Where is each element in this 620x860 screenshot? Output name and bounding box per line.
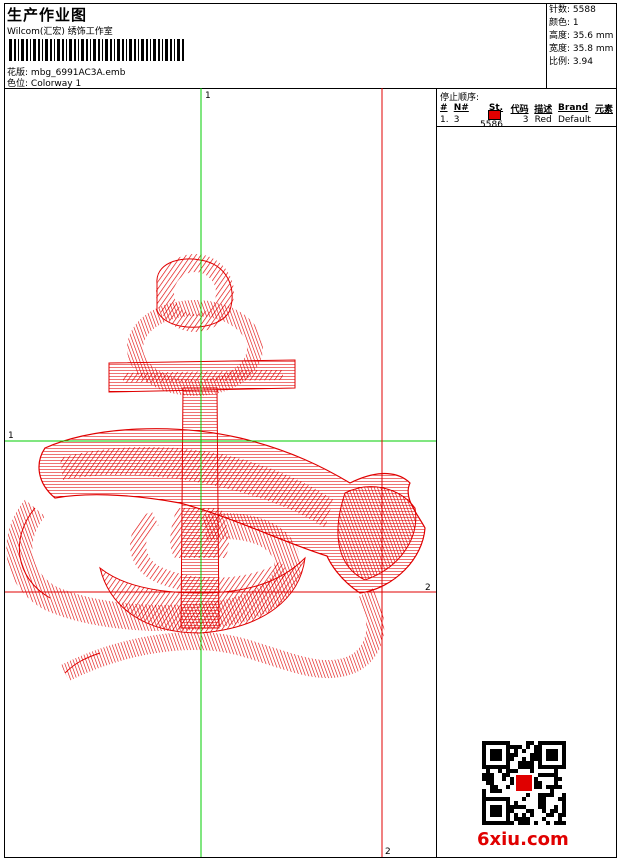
- col-needle: N#: [453, 103, 469, 113]
- col-brand: Brand: [558, 103, 589, 113]
- guide-label-red-bottom: 2: [385, 847, 391, 857]
- col-element: 元素: [594, 104, 613, 115]
- embroidery-design-preview: 1 1 2 2: [5, 88, 436, 857]
- stop-sequence-header: # N# St. 代码 描述 Brand 元素: [437, 102, 616, 115]
- col-number: #: [440, 103, 448, 113]
- page-title: 生产作业图: [7, 6, 88, 24]
- row-stitches: 5586: [480, 120, 503, 131]
- banner-ribbon: [38, 428, 426, 594]
- row-code: 3: [522, 115, 529, 125]
- guide-label-green-left: 1: [8, 431, 14, 441]
- guide-label-red-right: 2: [425, 583, 431, 593]
- row-number: 1.: [440, 115, 449, 125]
- col-code: 代码: [510, 104, 529, 115]
- stat-width: 宽度: 35.8 mm: [549, 44, 614, 54]
- stop-sequence-title: 停止顺序:: [440, 93, 480, 103]
- row-brand: Default: [557, 115, 591, 125]
- watermark-logo: 6xiu.com: [477, 829, 569, 850]
- row-stitches-cell: 5586: [468, 109, 503, 131]
- stats-panel: 针数: 5588 颜色: 1 高度: 35.6 mm 宽度: 35.8 mm 比…: [546, 4, 617, 88]
- stat-stitches: 针数: 5588: [549, 5, 596, 15]
- row-description: Red: [534, 115, 552, 125]
- col-description: 描述: [534, 104, 553, 115]
- stat-scale: 比例: 3.94: [549, 57, 593, 67]
- anchor-stock: [108, 359, 296, 393]
- production-worksheet: 生产作业图 Wilcom(汇宏) 绣饰工作室 花版: mbg_6991AC3A.…: [4, 3, 617, 858]
- design-canvas[interactable]: 1 1 2 2: [5, 88, 437, 857]
- stat-height: 高度: 35.6 mm: [549, 31, 614, 41]
- barcode: [9, 39, 184, 61]
- worksheet-header: 生产作业图 Wilcom(汇宏) 绣饰工作室 花版: mbg_6991AC3A.…: [5, 4, 616, 89]
- row-needle: 3: [453, 115, 460, 125]
- guide-label-green-top: 1: [205, 91, 211, 101]
- stop-sequence-panel: 停止顺序: # N# St. 代码 描述 Brand 元素 1. 3 5586 …: [437, 88, 616, 857]
- table-row[interactable]: 1. 3 5586 3 Red Default: [437, 109, 616, 130]
- company-name: Wilcom(汇宏) 绣饰工作室: [7, 27, 113, 37]
- stat-colors: 颜色: 1: [549, 18, 579, 28]
- qr-code: [482, 741, 566, 825]
- color-swatch: [487, 109, 501, 120]
